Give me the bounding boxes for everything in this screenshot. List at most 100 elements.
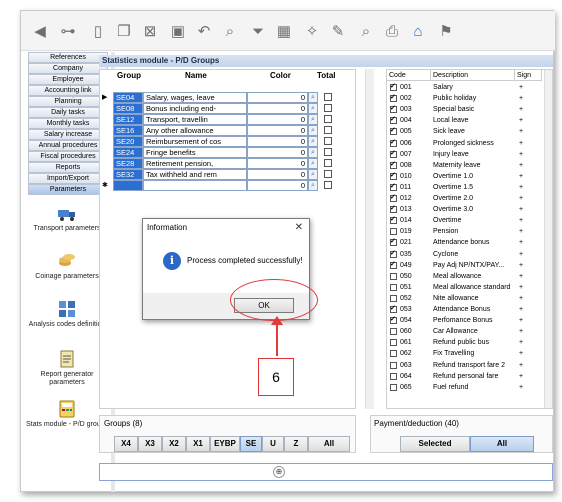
group-color-cell[interactable]: 0 bbox=[247, 114, 308, 125]
code-checkbox[interactable] bbox=[390, 237, 397, 247]
code-checkbox[interactable] bbox=[390, 138, 397, 148]
code-checkbox[interactable] bbox=[390, 383, 397, 391]
table-row[interactable]: SE32 Tax withheld and rem 0 ⌕ bbox=[100, 169, 340, 180]
grid-scrollbar[interactable] bbox=[365, 69, 374, 409]
color-picker-icon[interactable]: ⌕ bbox=[308, 147, 318, 158]
nav-annual-procedures[interactable]: Annual procedures bbox=[28, 140, 108, 151]
calculator-icon[interactable]: ▦ bbox=[273, 20, 295, 42]
nav-fiscal-procedures[interactable]: Fiscal procedures bbox=[28, 151, 108, 162]
code-row[interactable]: 052 Nite allowance + bbox=[387, 293, 542, 304]
group-code-cell[interactable] bbox=[113, 180, 143, 191]
code-row[interactable]: 012 Overtime 2.0 + bbox=[387, 193, 542, 204]
globe-icon[interactable]: ⊕ bbox=[273, 466, 285, 478]
code-row[interactable]: 053 Attendance Bonus + bbox=[387, 304, 542, 315]
code-row[interactable]: 060 Car Allowance + bbox=[387, 326, 542, 337]
nav-planning[interactable]: Planning bbox=[28, 96, 108, 107]
table-row-new[interactable]: ✱ 0 ⌕ bbox=[100, 180, 340, 191]
group-code-cell[interactable]: SE32 bbox=[113, 169, 143, 180]
side-item-coinage[interactable]: Coinage parameters bbox=[25, 251, 109, 281]
copy-icon[interactable]: ❐ bbox=[113, 20, 135, 42]
code-row[interactable]: 007 Injury leave + bbox=[387, 149, 542, 160]
group-name-cell[interactable]: Tax withheld and rem bbox=[143, 169, 247, 180]
code-checkbox[interactable] bbox=[390, 249, 397, 259]
total-checkbox[interactable] bbox=[324, 148, 332, 156]
group-filter-z[interactable]: Z bbox=[284, 436, 308, 452]
code-checkbox[interactable] bbox=[390, 350, 397, 358]
code-checkbox[interactable] bbox=[390, 339, 397, 347]
code-row[interactable]: 065 Fuel refund + bbox=[387, 382, 542, 393]
code-checkbox[interactable] bbox=[390, 283, 397, 291]
code-row[interactable]: 003 Special basic + bbox=[387, 104, 542, 115]
group-filter-x1[interactable]: X1 bbox=[186, 436, 210, 452]
side-item-transport[interactable]: Transport parameters bbox=[25, 203, 109, 233]
color-picker-icon[interactable]: ⌕ bbox=[308, 169, 318, 180]
code-checkbox[interactable] bbox=[390, 204, 397, 214]
column-header-description[interactable]: Description bbox=[431, 70, 515, 81]
color-picker-icon[interactable]: ⌕ bbox=[308, 125, 318, 136]
code-checkbox[interactable] bbox=[390, 315, 397, 325]
total-checkbox[interactable] bbox=[324, 170, 332, 178]
group-color-cell[interactable]: 0 bbox=[247, 147, 308, 158]
group-color-cell[interactable]: 0 bbox=[247, 158, 308, 169]
code-row[interactable]: 054 Perfomance Bonus + bbox=[387, 315, 542, 326]
code-checkbox[interactable] bbox=[390, 182, 397, 192]
code-checkbox[interactable] bbox=[390, 215, 397, 225]
column-header-sign[interactable]: Sign bbox=[515, 70, 542, 81]
total-checkbox[interactable] bbox=[324, 126, 332, 134]
table-row[interactable]: SE24 Fringe benefits 0 ⌕ bbox=[100, 147, 340, 158]
group-code-cell[interactable]: SE28 bbox=[113, 158, 143, 169]
code-row[interactable]: 005 Sick leave + bbox=[387, 126, 542, 137]
tree-icon[interactable]: ⊶ bbox=[57, 20, 79, 42]
group-filter-eybp[interactable]: EYBP bbox=[210, 436, 240, 452]
column-header-code[interactable]: Code bbox=[387, 70, 431, 81]
code-checkbox[interactable] bbox=[390, 93, 397, 103]
code-row[interactable]: 002 Public holiday + bbox=[387, 93, 542, 104]
table-row[interactable]: ▶ SE04 Salary, wages, leave 0 ⌕ bbox=[100, 92, 340, 103]
code-row[interactable]: 049 Pay Adj NP/NTX/PAY... + bbox=[387, 260, 542, 271]
back-icon[interactable]: ◀ bbox=[29, 20, 51, 42]
edit-icon[interactable]: ✎ bbox=[327, 20, 349, 42]
new-document-icon[interactable]: ▯ bbox=[87, 20, 109, 42]
save-icon[interactable]: ▣ bbox=[167, 20, 189, 42]
code-row[interactable]: 050 Meal allowance + bbox=[387, 271, 542, 282]
code-checkbox[interactable] bbox=[390, 328, 397, 336]
nav-references[interactable]: References bbox=[28, 52, 108, 63]
group-name-cell[interactable]: Any other allowance bbox=[143, 125, 247, 136]
codes-scrollbar[interactable] bbox=[544, 70, 552, 408]
nav-salary-increase[interactable]: Salary increase bbox=[28, 129, 108, 140]
code-row[interactable]: 011 Overtime 1.5 + bbox=[387, 182, 542, 193]
code-checkbox[interactable] bbox=[390, 104, 397, 114]
code-row[interactable]: 064 Refund personal fare + bbox=[387, 371, 542, 382]
group-code-cell[interactable]: SE16 bbox=[113, 125, 143, 136]
group-filter-u[interactable]: U bbox=[262, 436, 284, 452]
group-code-cell[interactable]: SE24 bbox=[113, 147, 143, 158]
color-picker-icon[interactable]: ⌕ bbox=[308, 103, 318, 114]
code-row[interactable]: 019 Pension + bbox=[387, 226, 542, 237]
total-checkbox[interactable] bbox=[324, 137, 332, 145]
side-item-analysis-codes[interactable]: Analysis codes definition bbox=[25, 299, 109, 329]
total-checkbox[interactable] bbox=[324, 115, 332, 123]
code-checkbox[interactable] bbox=[390, 160, 397, 170]
color-picker-icon[interactable]: ⌕ bbox=[308, 180, 318, 191]
nav-accounting-link[interactable]: Accounting link bbox=[28, 85, 108, 96]
code-checkbox[interactable] bbox=[390, 304, 397, 314]
group-name-cell[interactable]: Retirement pension, bbox=[143, 158, 247, 169]
column-header-group[interactable]: Group bbox=[117, 70, 141, 82]
code-row[interactable]: 001 Salary + bbox=[387, 82, 542, 93]
code-checkbox[interactable] bbox=[390, 260, 397, 270]
code-row[interactable]: 013 Overtime 3.0 + bbox=[387, 204, 542, 215]
group-filter-x2[interactable]: X2 bbox=[162, 436, 186, 452]
table-row[interactable]: SE20 Reimbursement of cos 0 ⌕ bbox=[100, 136, 340, 147]
group-code-cell[interactable]: SE20 bbox=[113, 136, 143, 147]
group-name-cell[interactable]: Salary, wages, leave bbox=[143, 92, 247, 103]
group-color-cell[interactable]: 0 bbox=[247, 103, 308, 114]
group-color-cell[interactable]: 0 bbox=[247, 125, 308, 136]
group-name-cell[interactable]: Transport, travellin bbox=[143, 114, 247, 125]
code-checkbox[interactable] bbox=[390, 126, 397, 136]
code-checkbox[interactable] bbox=[390, 228, 397, 236]
code-checkbox[interactable] bbox=[390, 171, 397, 181]
code-row[interactable]: 004 Local leave + bbox=[387, 115, 542, 126]
show-selected-button[interactable]: Selected bbox=[400, 436, 470, 452]
print-icon[interactable]: ⎙ bbox=[381, 20, 403, 42]
group-code-cell[interactable]: SE04 bbox=[113, 92, 143, 103]
